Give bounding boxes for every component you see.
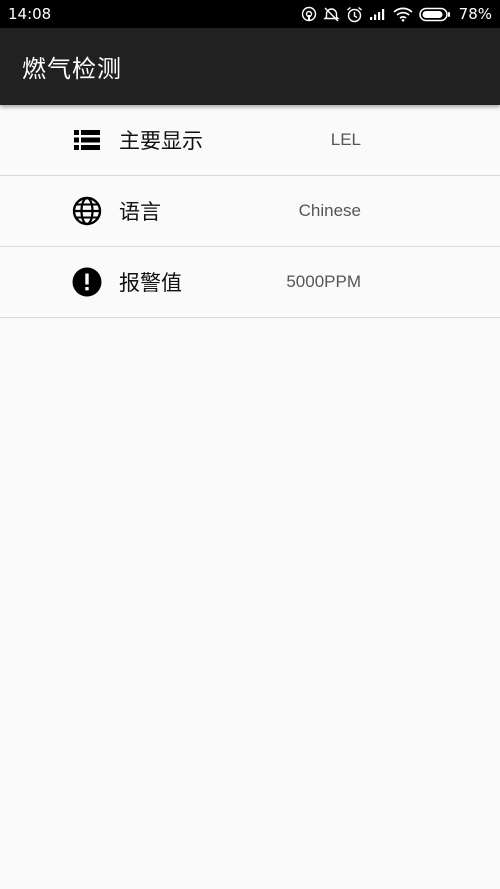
setting-label: 报警值 bbox=[119, 271, 182, 295]
setting-value: LEL bbox=[330, 130, 361, 149]
setting-label: 语言 bbox=[119, 200, 161, 224]
battery-percent: 78% bbox=[458, 5, 492, 23]
signal-icon bbox=[369, 7, 387, 21]
setting-value: 5000PPM bbox=[286, 272, 361, 291]
setting-value: Chinese bbox=[298, 201, 361, 220]
alarm-off-icon bbox=[322, 6, 340, 23]
status-time: 14:08 bbox=[8, 5, 52, 23]
page-title: 燃气检测 bbox=[22, 55, 122, 83]
globe-icon bbox=[72, 196, 102, 226]
status-bar: 14:08 78% bbox=[0, 0, 500, 28]
sync-icon bbox=[301, 6, 317, 22]
setting-label: 主要显示 bbox=[119, 129, 203, 153]
setting-row-main-display[interactable]: 主要显示 LEL bbox=[0, 105, 500, 176]
wifi-icon bbox=[393, 7, 413, 22]
setting-row-alarm-value[interactable]: 报警值 5000PPM bbox=[0, 247, 500, 318]
setting-row-language[interactable]: 语言 Chinese bbox=[0, 176, 500, 247]
list-icon bbox=[72, 125, 102, 155]
app-bar: 燃气检测 bbox=[0, 28, 500, 105]
alert-icon bbox=[72, 267, 102, 297]
alarm-clock-icon bbox=[346, 6, 363, 23]
settings-list: 主要显示 LEL 语言 Chinese 报警值 5000PPM bbox=[0, 105, 500, 318]
battery-icon bbox=[418, 7, 451, 22]
status-icons: 78% bbox=[301, 5, 492, 23]
